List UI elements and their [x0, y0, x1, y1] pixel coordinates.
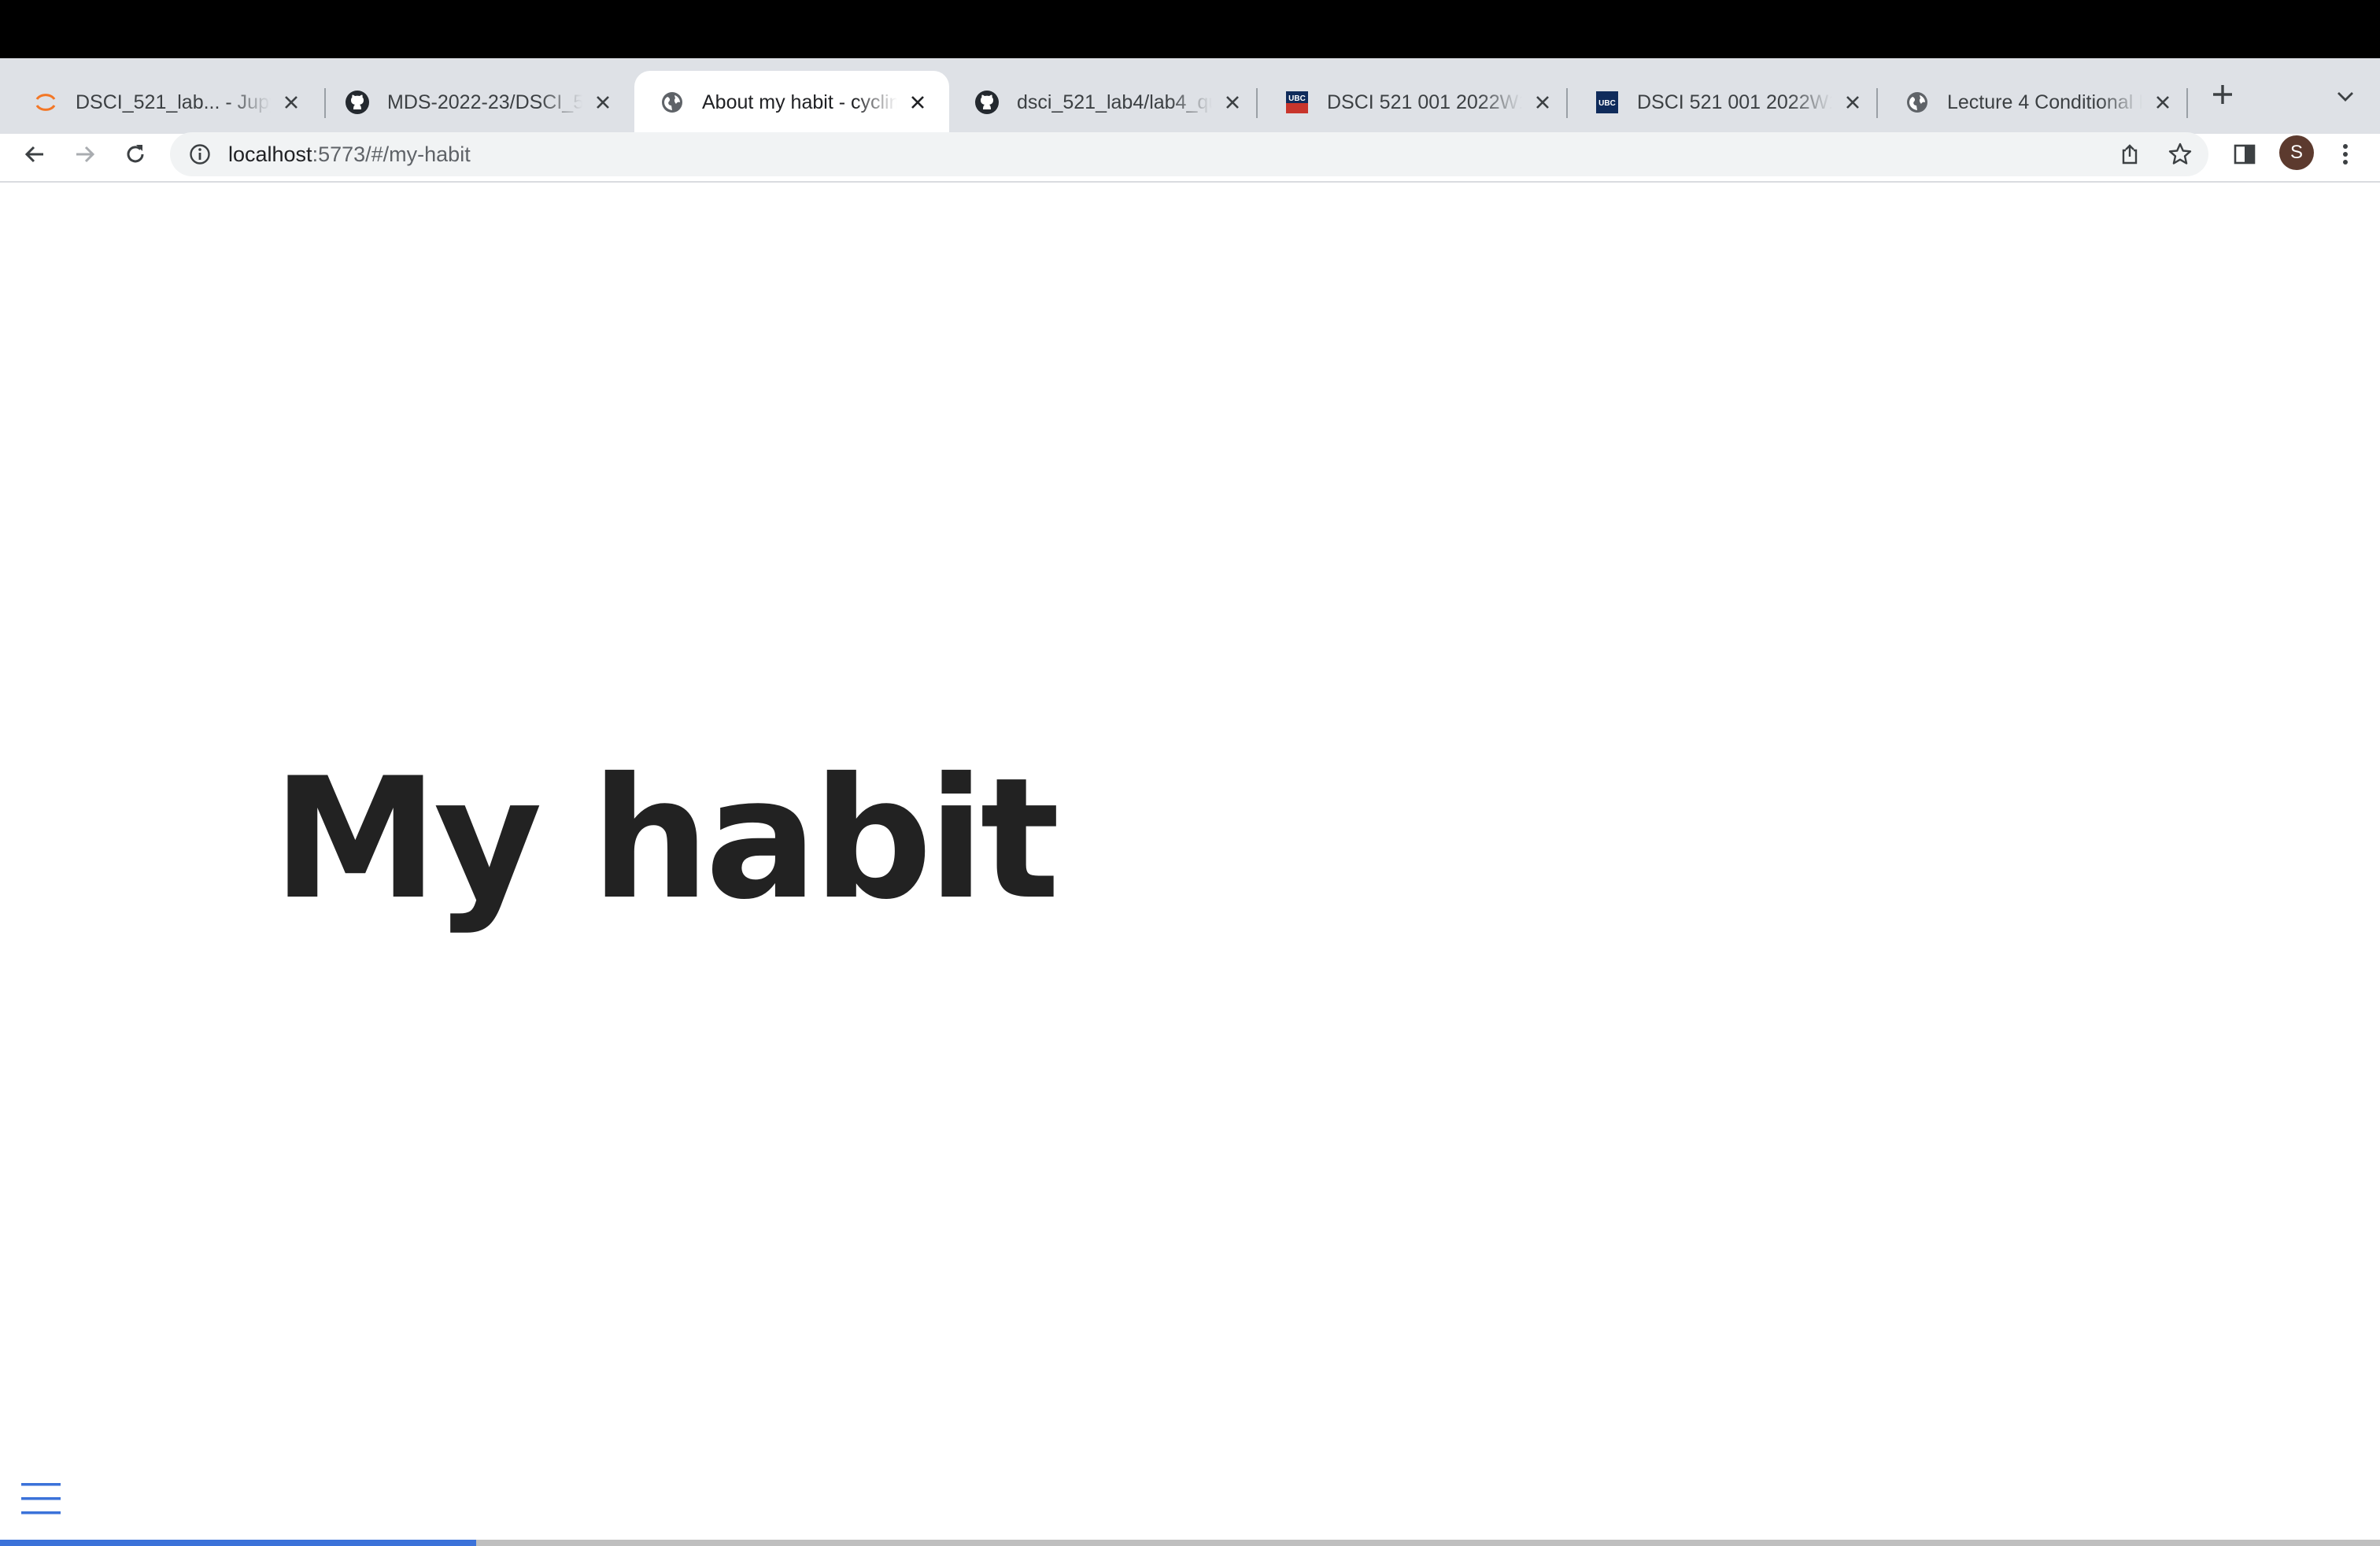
- tab-title: DSCI_521_lab... - Jupyter: [76, 91, 271, 113]
- tab-divider: [2186, 88, 2188, 118]
- close-icon[interactable]: [2150, 90, 2175, 115]
- close-icon[interactable]: [1530, 90, 1555, 115]
- tab-strip: DSCI_521_lab... - Jupyter MDS-2022-23/DS…: [0, 58, 2380, 134]
- tab-github-repo[interactable]: MDS-2022-23/DSCI_521: [320, 71, 634, 134]
- arrow-left-icon: [22, 142, 47, 171]
- slide-progress-fill: [0, 1540, 476, 1546]
- reload-button[interactable]: [113, 134, 157, 178]
- close-icon[interactable]: [1220, 90, 1245, 115]
- tab-title: MDS-2022-23/DSCI_521: [387, 91, 582, 113]
- more-vertical-icon: [2341, 142, 2350, 171]
- tab-divider: [1566, 88, 1568, 118]
- tab-github-lab4[interactable]: dsci_521_lab4/lab4_quiz: [949, 71, 1264, 134]
- side-panel-button[interactable]: [2223, 134, 2267, 178]
- address-bar[interactable]: localhost:5773/#/my-habit: [170, 132, 2208, 176]
- slide-progress-bar: [0, 1540, 2380, 1546]
- url-path: :5773/#/my-habit: [312, 142, 471, 166]
- github-icon: [345, 90, 370, 115]
- info-icon[interactable]: [186, 140, 214, 168]
- hamburger-menu-icon: [21, 1481, 61, 1520]
- svg-text:UBC: UBC: [1598, 99, 1616, 108]
- browser-menu-button[interactable]: [2323, 134, 2367, 178]
- side-panel-icon: [2233, 142, 2256, 170]
- star-icon[interactable]: [2161, 132, 2199, 176]
- tab-divider: [1876, 88, 1878, 118]
- tab-about-my-habit[interactable]: About my habit - cycling: [634, 71, 949, 134]
- ubc-icon: UBC: [1595, 90, 1620, 115]
- chevron-down-icon: [2335, 86, 2356, 110]
- tab-jupyter[interactable]: DSCI_521_lab... - Jupyter: [8, 71, 323, 134]
- avatar[interactable]: S: [2279, 135, 2314, 170]
- tab-divider: [1256, 88, 1258, 118]
- github-icon: [974, 90, 1000, 115]
- globe-icon: [660, 90, 685, 115]
- tab-lecture-4[interactable]: Lecture 4 Conditional Probability: [1879, 71, 2194, 134]
- ubc-canvas-icon: UBC: [1284, 90, 1310, 115]
- forward-button[interactable]: [63, 134, 107, 178]
- close-icon[interactable]: [279, 90, 304, 115]
- share-icon[interactable]: [2111, 132, 2149, 176]
- plus-icon: [2211, 83, 2234, 110]
- tab-title: Lecture 4 Conditional Probability: [1947, 91, 2142, 113]
- url-text[interactable]: localhost:5773/#/my-habit: [228, 142, 471, 167]
- tab-title: DSCI 521 001 2022W1 Canvas: [1637, 91, 1832, 113]
- close-icon[interactable]: [1840, 90, 1865, 115]
- globe-icon: [1905, 90, 1930, 115]
- tab-search-button[interactable]: [2330, 82, 2361, 113]
- slide-menu-button[interactable]: [19, 1480, 63, 1521]
- system-top-bar: [0, 0, 2380, 58]
- close-icon[interactable]: [905, 90, 930, 115]
- tab-title: About my habit - cycling: [702, 91, 897, 113]
- toolbar-divider: [0, 181, 2380, 183]
- jupyter-icon: [33, 90, 58, 115]
- close-icon[interactable]: [590, 90, 615, 115]
- new-tab-button[interactable]: [2205, 79, 2240, 113]
- back-button[interactable]: [13, 134, 57, 178]
- tab-canvas-1[interactable]: UBC DSCI 521 001 2022W1 Canvas: [1259, 71, 1574, 134]
- slide-title: My habit: [272, 742, 1060, 936]
- tab-title: dsci_521_lab4/lab4_quiz: [1017, 91, 1212, 113]
- url-host: localhost: [228, 142, 312, 166]
- arrow-right-icon: [72, 142, 98, 171]
- tab-canvas-2[interactable]: UBC DSCI 521 001 2022W1 Canvas: [1569, 71, 1884, 134]
- tab-title: DSCI 521 001 2022W1 Canvas: [1327, 91, 1522, 113]
- svg-text:UBC: UBC: [1288, 94, 1306, 103]
- reload-icon: [123, 142, 148, 171]
